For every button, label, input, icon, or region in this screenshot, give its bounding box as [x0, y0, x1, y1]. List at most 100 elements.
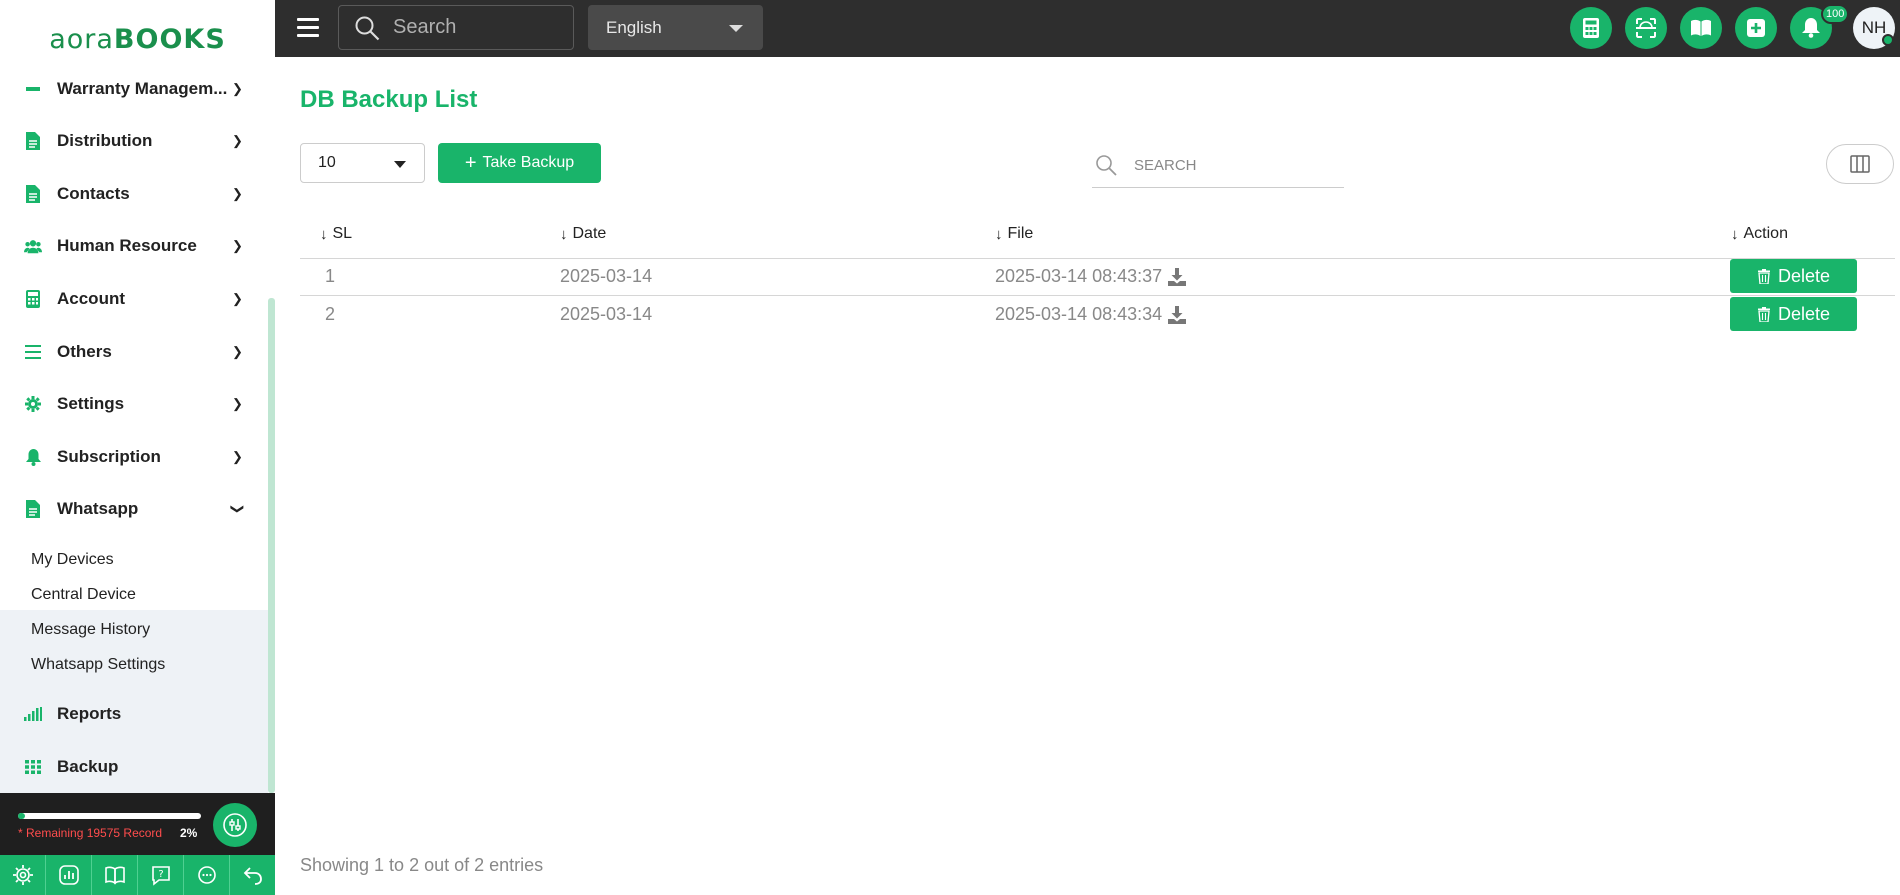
grid-icon [24, 758, 42, 776]
caret-down-icon [729, 25, 743, 32]
page-title: DB Backup List [300, 86, 478, 113]
chevron-right-icon: ❯ [232, 186, 243, 201]
document-icon [24, 132, 42, 150]
table-search-input[interactable] [1134, 156, 1324, 174]
chat-icon [197, 866, 216, 884]
scan-button[interactable] [1625, 7, 1667, 49]
column-header-label: SL [332, 225, 353, 242]
sidebar-item-human-resource[interactable]: Human Resource ❯ [0, 220, 268, 272]
sidebar-item-settings[interactable]: Settings ❯ [0, 378, 268, 430]
sidebar-item-label: Human Resource [57, 236, 197, 255]
gear-icon [12, 865, 33, 885]
menu-toggle-icon[interactable] [297, 18, 319, 38]
footer-help-button[interactable]: ? [138, 855, 184, 895]
sort-arrow-icon: ↓ [1731, 225, 1739, 243]
language-value: English [606, 17, 662, 37]
sub-item-message-history[interactable]: Message History [31, 621, 150, 639]
sidebar-item-label: Account [57, 289, 125, 308]
list-icon [24, 343, 42, 361]
sidebar-item-others[interactable]: Others ❯ [0, 326, 268, 378]
sidebar-item-whatsapp[interactable]: Whatsapp ❯ [0, 483, 268, 535]
language-select[interactable]: English [588, 5, 763, 50]
column-header-sl[interactable]: ↓ SL [320, 225, 352, 243]
users-icon [24, 237, 42, 255]
caret-down-icon [394, 161, 406, 168]
column-header-action[interactable]: ↓ Action [1731, 225, 1788, 243]
delete-label: Delete [1777, 265, 1831, 286]
footer-chat-button[interactable] [184, 855, 230, 895]
delete-button[interactable]: Delete [1730, 297, 1857, 331]
row-divider [300, 295, 1895, 296]
chevron-right-icon: ❯ [232, 449, 243, 464]
add-button[interactable] [1735, 7, 1777, 49]
document-icon [24, 500, 42, 518]
take-backup-button[interactable]: + Take Backup [438, 143, 601, 183]
pagination-info: Showing 1 to 2 out of 2 entries [300, 855, 544, 875]
sidebar-item-account[interactable]: Account ❯ [0, 273, 268, 325]
document-icon [24, 185, 42, 203]
column-visibility-button[interactable] [1826, 144, 1894, 184]
table-search[interactable] [1092, 143, 1344, 188]
column-header-label: Action [1743, 225, 1788, 242]
sidebar-item-backup[interactable]: Backup [0, 741, 268, 793]
sub-item-my-devices[interactable]: My Devices [31, 551, 114, 569]
cell-file: 2025-03-14 08:43:34 [995, 304, 1187, 325]
sort-arrow-icon: ↓ [320, 225, 328, 243]
cell-sl: 2 [325, 304, 336, 324]
bell-icon [1802, 18, 1820, 38]
column-header-label: File [1007, 225, 1034, 242]
sidebar-item-contacts[interactable]: Contacts ❯ [0, 168, 268, 220]
delete-button[interactable]: Delete [1730, 259, 1857, 293]
document-icon [24, 80, 42, 98]
column-header-label: Date [572, 225, 607, 242]
page-size-select[interactable]: 10 [300, 143, 425, 183]
take-backup-label: Take Backup [482, 154, 575, 171]
book-icon [1691, 19, 1711, 36]
sidebar-item-label: Reports [57, 704, 122, 723]
sidebar-item-subscription[interactable]: Subscription ❯ [0, 431, 268, 483]
cell-date: 2025-03-14 [560, 266, 653, 286]
sub-item-whatsapp-settings[interactable]: Whatsapp Settings [31, 656, 165, 674]
topbar: English 100 NH [275, 0, 1900, 57]
sidebar-scrollbar[interactable] [268, 298, 275, 793]
notification-count-badge: 100 [1821, 4, 1850, 24]
chevron-right-icon: ❯ [232, 238, 243, 253]
sidebar-item-reports[interactable]: Reports [0, 688, 268, 740]
sort-arrow-icon: ↓ [560, 225, 568, 243]
download-icon[interactable] [1168, 305, 1187, 324]
column-header-date[interactable]: ↓ Date [560, 225, 606, 243]
column-header-file[interactable]: ↓ File [995, 225, 1033, 243]
sub-item-central-device[interactable]: Central Device [31, 586, 136, 604]
logo-part-aora: aora [49, 23, 114, 55]
plus-icon: + [464, 152, 477, 174]
footer-logout-button[interactable] [230, 855, 275, 895]
logo[interactable]: aoraBOOKS [0, 0, 275, 78]
sidebar-item-warranty[interactable]: Warranty Managem... ❯ [0, 78, 268, 115]
calculator-button[interactable] [1570, 7, 1612, 49]
footer-reports-button[interactable] [46, 855, 92, 895]
search-icon [353, 14, 381, 42]
bar-chart-icon [24, 705, 42, 723]
sidebar-item-distribution[interactable]: Distribution ❯ [0, 115, 268, 167]
add-icon [1747, 19, 1765, 37]
sliders-icon [223, 813, 247, 837]
file-name: 2025-03-14 08:43:37 [995, 266, 1163, 286]
footer-docs-button[interactable] [92, 855, 138, 895]
cell-sl: 1 [325, 266, 336, 286]
gear-icon [24, 395, 42, 413]
chevron-down-icon: ❯ [230, 503, 246, 515]
record-progress-fill [18, 813, 26, 819]
sidebar: aoraBOOKS Warranty Managem... ❯ Distribu… [0, 0, 275, 895]
trash-icon [1757, 268, 1771, 284]
footer-settings-button[interactable] [0, 855, 46, 895]
search-input[interactable] [393, 16, 553, 39]
upgrade-button[interactable] [213, 803, 257, 847]
book-icon [104, 866, 125, 885]
download-icon[interactable] [1168, 267, 1187, 286]
book-button[interactable] [1680, 7, 1722, 49]
global-search[interactable] [338, 5, 574, 50]
sidebar-item-label: Settings [57, 394, 125, 413]
delete-label: Delete [1777, 303, 1831, 324]
file-name: 2025-03-14 08:43:34 [995, 304, 1163, 324]
page-size-value: 10 [318, 154, 336, 171]
